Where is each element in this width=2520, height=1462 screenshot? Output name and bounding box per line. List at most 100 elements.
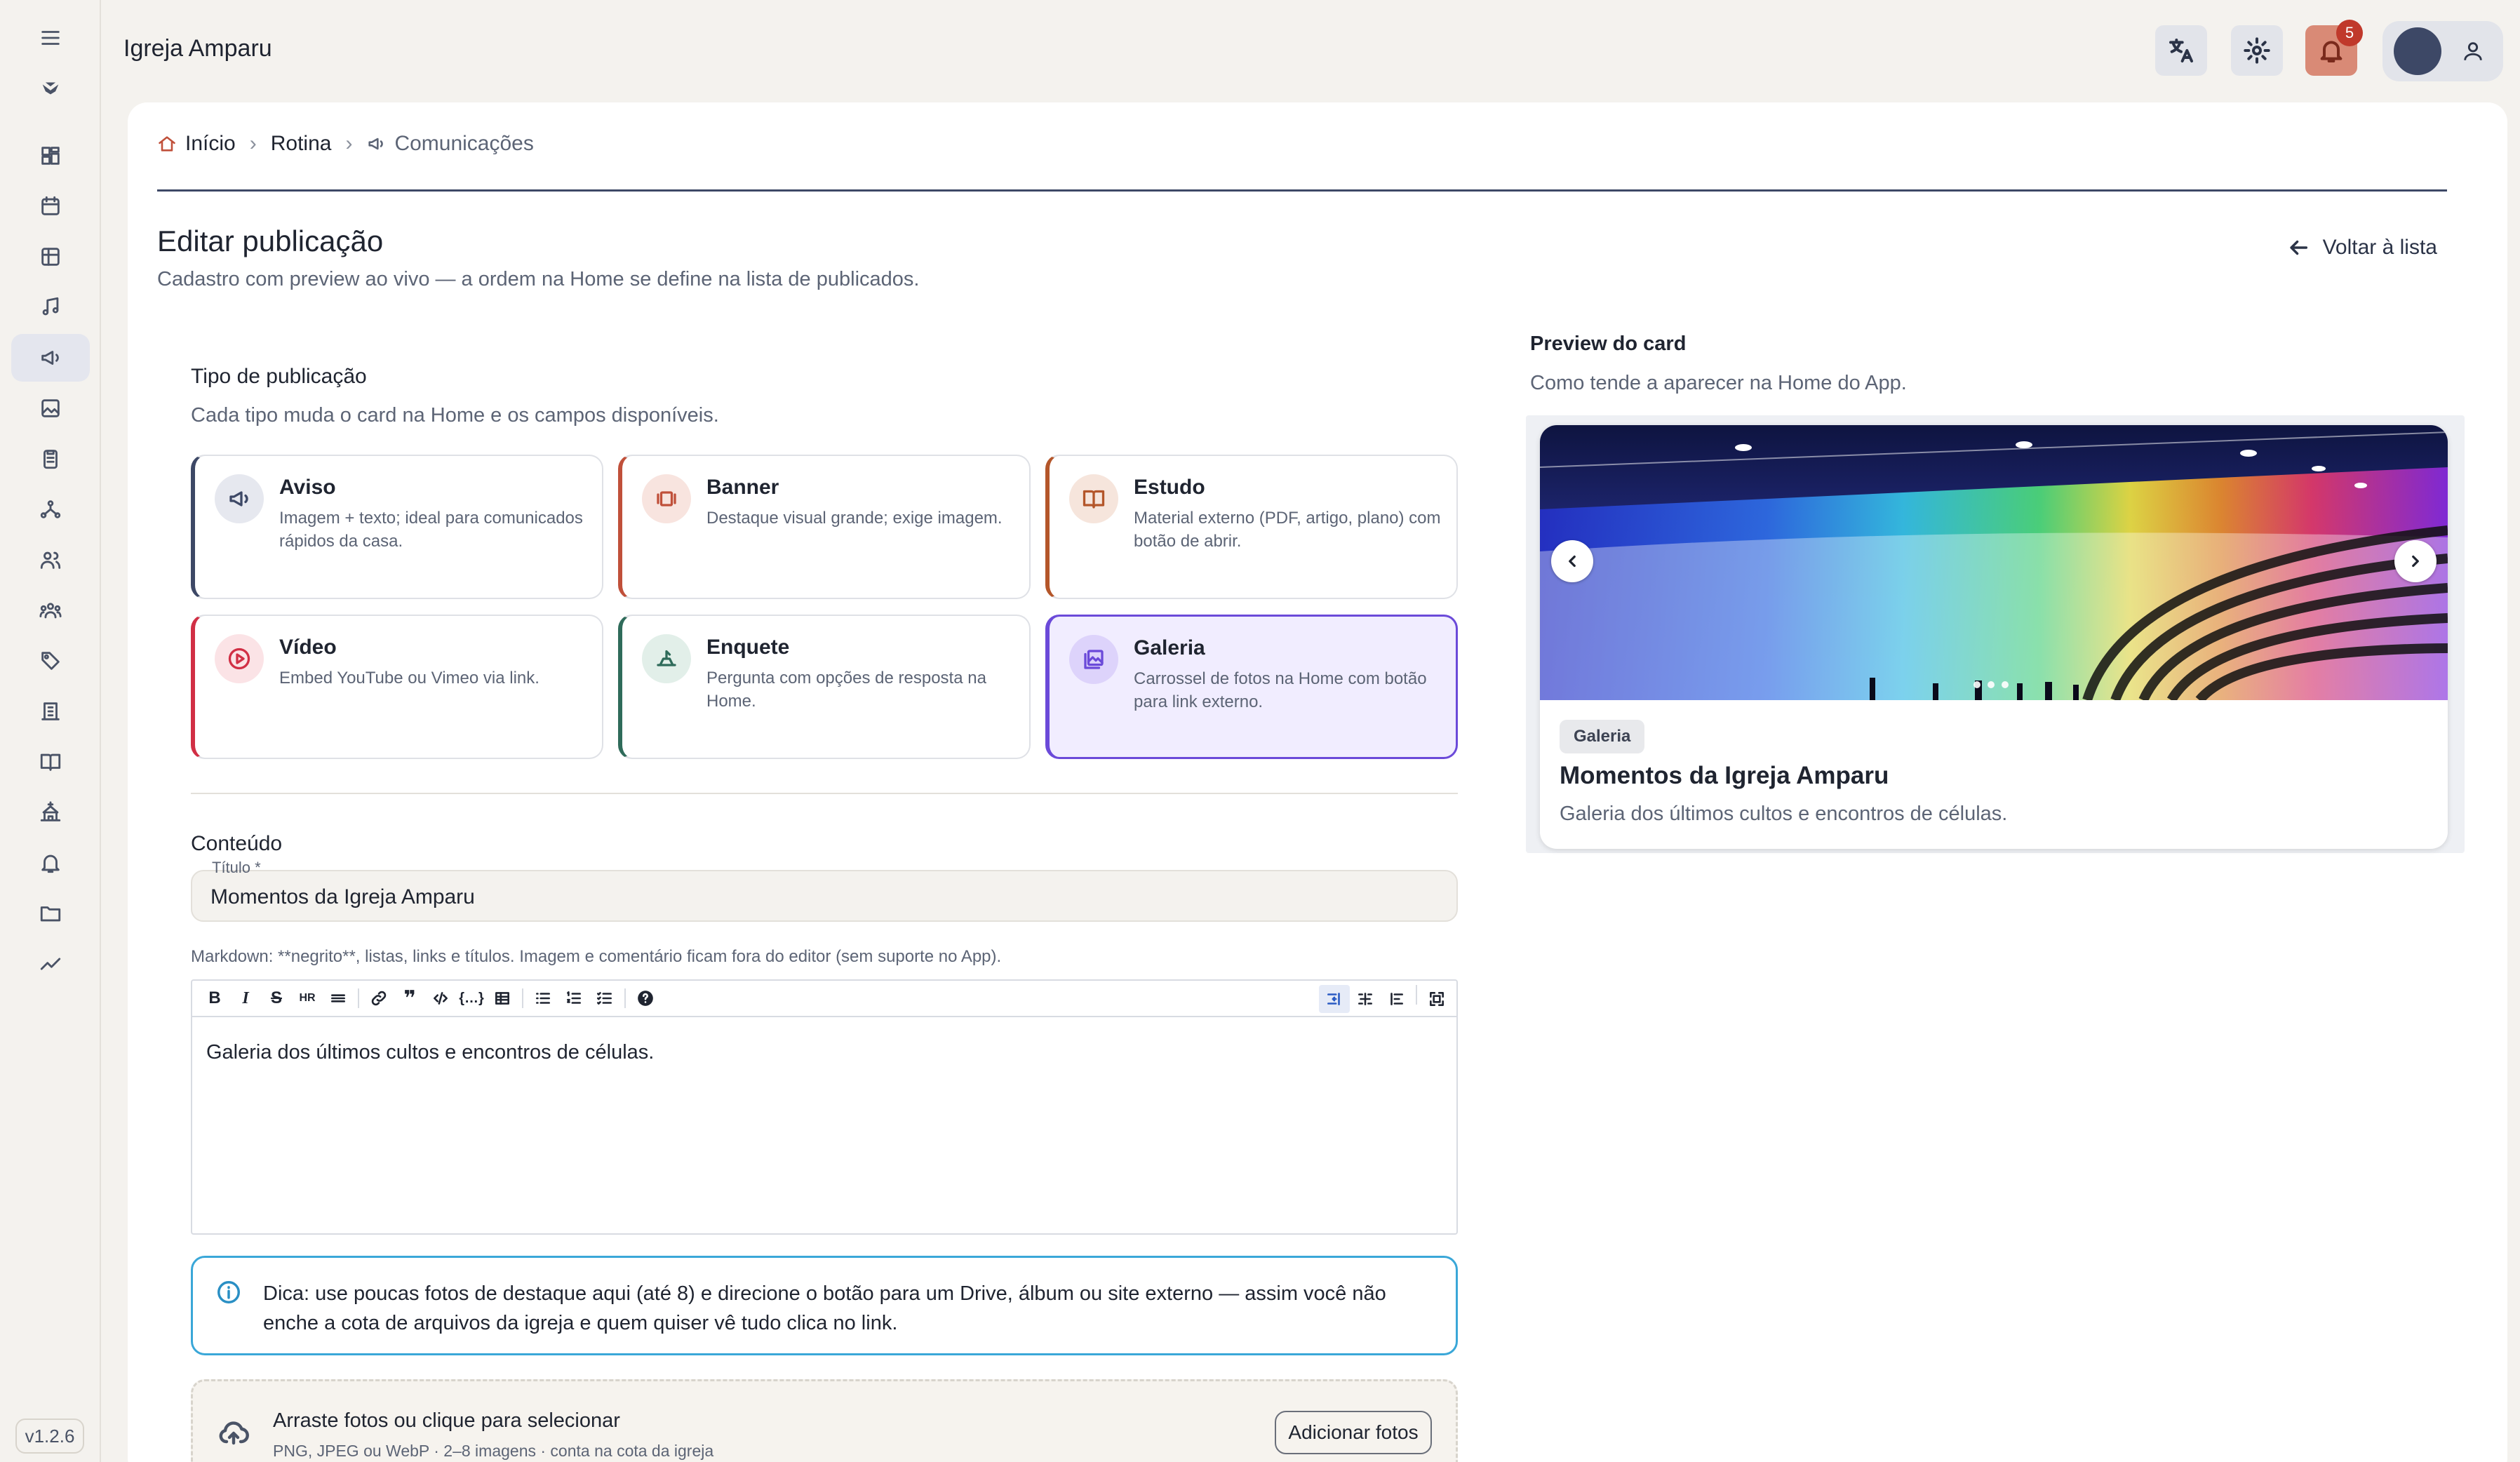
- chevron-left-icon: [1569, 555, 1576, 568]
- page-title: Editar publicação: [157, 224, 384, 257]
- code-block-button[interactable]: {…}: [456, 984, 487, 1012]
- split-mode-button[interactable]: [1350, 985, 1381, 1013]
- group-icon[interactable]: [11, 586, 90, 634]
- breadcrumb-home[interactable]: Início: [157, 132, 236, 156]
- help-icon[interactable]: [630, 984, 661, 1012]
- topbar: Igreja Amparu 5: [101, 0, 2520, 101]
- cloud-upload-icon: [219, 1421, 249, 1445]
- megaphone-icon[interactable]: [11, 334, 90, 382]
- type-desc: Destaque visual grande; exige imagem.: [706, 509, 1003, 528]
- carousel-prev-button[interactable]: [1551, 540, 1593, 582]
- book-icon[interactable]: [11, 738, 90, 786]
- toolbar-separator: [358, 988, 359, 1008]
- type-card-banner[interactable]: Banner Destaque visual grande; exige ima…: [618, 455, 1031, 599]
- info-icon: [217, 1281, 240, 1303]
- italic-button[interactable]: I: [230, 984, 261, 1012]
- type-card-aviso[interactable]: Aviso Imagem + texto; ideal para comunic…: [191, 455, 603, 599]
- markdown-editor[interactable]: B I S HR ❞ {…} Galeria dos últimos culto…: [191, 979, 1458, 1235]
- title-field-value[interactable]: Momentos da Igreja Amparu: [210, 885, 475, 909]
- section-divider: [191, 793, 1458, 794]
- code-button[interactable]: [425, 984, 456, 1012]
- breadcrumb-current: Comunicações: [366, 132, 534, 156]
- banner-icon: [642, 474, 691, 523]
- type-card-enquete[interactable]: Enquete Pergunta com opções de resposta …: [618, 615, 1031, 759]
- user-icon: [2464, 42, 2482, 60]
- church-icon[interactable]: [11, 789, 90, 836]
- table-button[interactable]: [487, 984, 518, 1012]
- type-name: Aviso: [279, 476, 336, 499]
- gear-icon: [2244, 37, 2270, 64]
- editor-content[interactable]: Galeria dos últimos cultos e encontros d…: [206, 1041, 654, 1064]
- menu-icon[interactable]: [11, 14, 90, 62]
- version-badge: v1.2.6: [15, 1419, 84, 1454]
- clipboard-icon[interactable]: [11, 435, 90, 483]
- notifications-button[interactable]: 5: [2305, 20, 2363, 76]
- checklist-button[interactable]: [589, 984, 620, 1012]
- quote-button[interactable]: ❞: [394, 984, 425, 1012]
- type-card-estudo[interactable]: Estudo Material externo (PDF, artigo, pl…: [1045, 455, 1458, 599]
- photo-dropzone[interactable]: Arraste fotos ou clique para selecionar …: [191, 1379, 1458, 1462]
- translate-icon: [2169, 39, 2193, 62]
- horizontal-rule-button[interactable]: [323, 984, 354, 1012]
- gallery-image: [1540, 425, 2448, 700]
- preview-subtitle: Como tende a aparecer na Home do App.: [1530, 372, 1907, 394]
- tip-text: Dica: use poucas fotos de destaque aqui …: [263, 1282, 1386, 1334]
- title-field-label: Título *: [212, 859, 261, 876]
- tag-icon[interactable]: [11, 637, 90, 685]
- preview-card-title: Momentos da Igreja Amparu: [1560, 762, 1889, 789]
- users-icon[interactable]: [11, 536, 90, 584]
- type-name: Galeria: [1134, 636, 1205, 659]
- editor-view-modes: [1319, 985, 1452, 1013]
- home-icon: [159, 136, 175, 152]
- table-icon[interactable]: [11, 233, 90, 281]
- calendar-icon[interactable]: [11, 182, 90, 230]
- title-field[interactable]: Título * Momentos da Igreja Amparu: [191, 859, 1458, 922]
- strikethrough-button[interactable]: S: [261, 984, 292, 1012]
- chevron-right-icon: ›: [249, 132, 257, 155]
- folder-icon[interactable]: [11, 890, 90, 937]
- preview-card: Galeria Momentos da Igreja Amparu Galeri…: [1540, 425, 2448, 849]
- bullet-list-button[interactable]: [528, 984, 558, 1012]
- bold-button[interactable]: B: [199, 984, 230, 1012]
- type-chip: Galeria: [1560, 720, 1645, 753]
- back-to-list-button[interactable]: Voltar à lista: [2286, 236, 2437, 260]
- breadcrumb-section[interactable]: Rotina: [271, 132, 332, 156]
- megaphone-icon: [368, 138, 384, 150]
- type-desc: Carrossel de fotos na Home com botão par…: [1134, 669, 1427, 711]
- bell-icon[interactable]: [11, 839, 90, 887]
- numbered-list-button[interactable]: [558, 984, 589, 1012]
- heading-button[interactable]: HR: [292, 984, 323, 1012]
- breadcrumb: Início › Rotina › Comunicações: [157, 132, 534, 156]
- type-name: Banner: [706, 476, 779, 499]
- type-name: Enquete: [706, 636, 790, 659]
- preview-title: Preview do card: [1530, 333, 1687, 355]
- avatar: [2394, 27, 2441, 75]
- sidebar: v1.2.6: [0, 0, 101, 1462]
- music-icon[interactable]: [11, 283, 90, 331]
- link-button[interactable]: [363, 984, 394, 1012]
- carousel-next-button[interactable]: [2394, 540, 2437, 582]
- book-open-icon: [1069, 474, 1118, 523]
- toolbar-separator: [1416, 985, 1417, 1005]
- preview-mode-button[interactable]: [1381, 985, 1412, 1013]
- building-icon[interactable]: [11, 688, 90, 735]
- add-photos-button[interactable]: Adicionar fotos: [1275, 1411, 1432, 1454]
- app-title: Igreja Amparu: [123, 35, 272, 62]
- translate-button[interactable]: [2155, 25, 2207, 76]
- preview-card-desc: Galeria dos últimos cultos e encontros d…: [1560, 803, 2008, 825]
- divider: [157, 189, 2447, 192]
- theme-button[interactable]: [2231, 25, 2283, 76]
- dashboard-icon[interactable]: [11, 132, 90, 180]
- network-icon[interactable]: [11, 485, 90, 533]
- type-section-subtitle: Cada tipo muda o card na Home e os campo…: [191, 404, 719, 427]
- image-icon[interactable]: [11, 384, 90, 432]
- user-menu[interactable]: [2382, 21, 2503, 81]
- megaphone-icon: [215, 474, 264, 523]
- chart-icon[interactable]: [11, 940, 90, 988]
- fullscreen-icon[interactable]: [1421, 985, 1452, 1013]
- type-card-galeria[interactable]: Galeria Carrossel de fotos na Home com b…: [1045, 615, 1458, 759]
- toolbar-separator: [624, 988, 626, 1008]
- type-card-video[interactable]: Vídeo Embed YouTube ou Vimeo via link.: [191, 615, 603, 759]
- edit-mode-button[interactable]: [1319, 985, 1350, 1013]
- type-section-title: Tipo de publicação: [191, 365, 367, 388]
